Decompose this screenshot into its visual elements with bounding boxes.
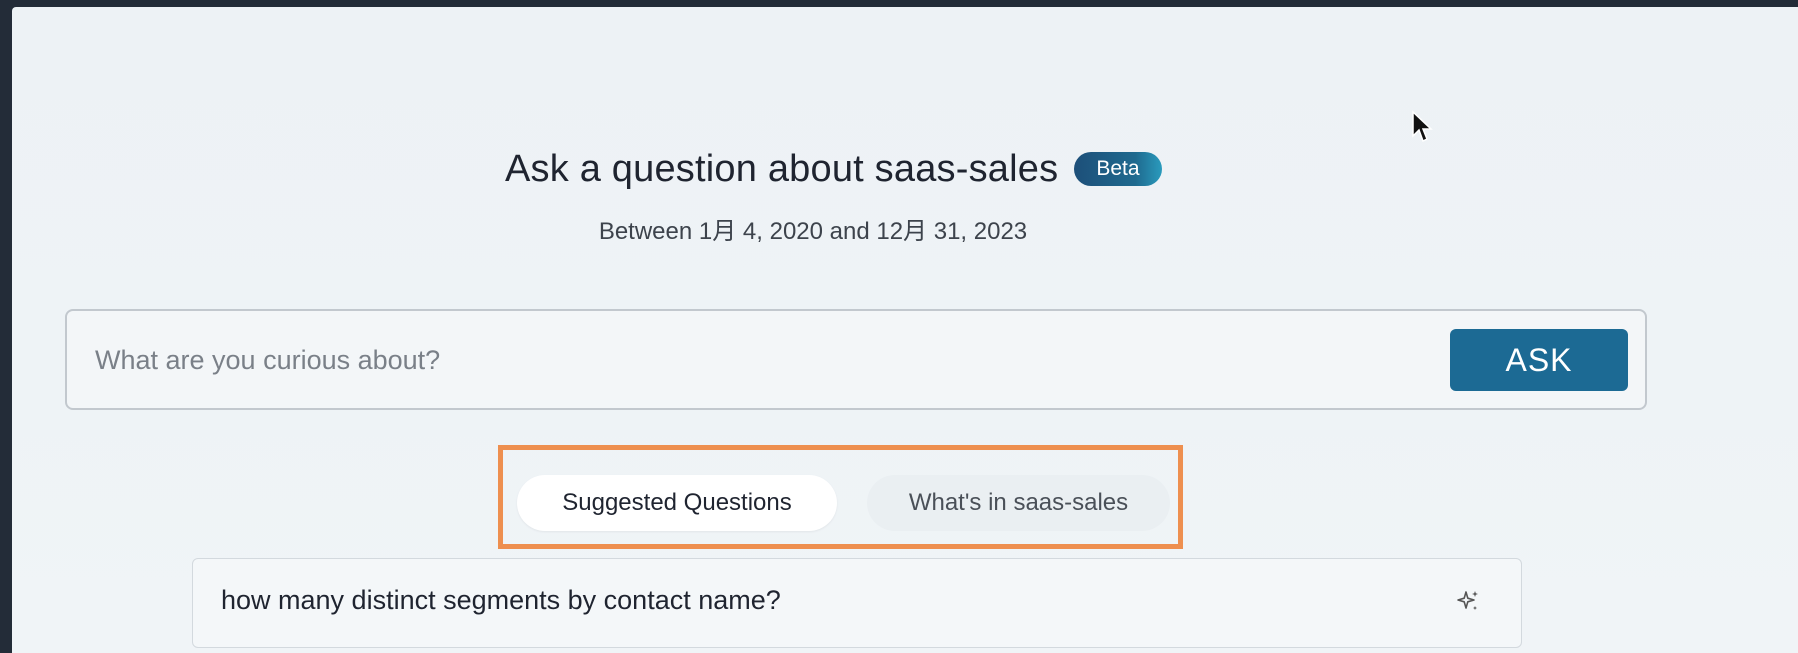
suggested-question-text: how many distinct segments by contact na… (221, 585, 781, 615)
tab-whats-in-dataset[interactable]: What's in saas-sales (867, 475, 1170, 531)
search-input[interactable] (95, 333, 1475, 387)
mouse-cursor-icon (1412, 110, 1433, 143)
beta-badge: Beta (1074, 152, 1162, 186)
page-title: Ask a question about saas-sales (505, 147, 1059, 190)
ask-button[interactable]: ASK (1450, 329, 1628, 391)
title-row: Ask a question about saas-sales Beta (505, 144, 1162, 194)
q-panel: Ask a question about saas-sales Beta Bet… (12, 7, 1798, 653)
suggested-question-item[interactable]: how many distinct segments by contact na… (192, 558, 1522, 648)
search-box: ASK (65, 309, 1647, 410)
tab-suggested-questions[interactable]: Suggested Questions (517, 475, 837, 531)
date-range-subtitle: Between 1月 4, 2020 and 12月 31, 2023 (598, 218, 1028, 245)
sparkle-icon (1457, 591, 1478, 610)
